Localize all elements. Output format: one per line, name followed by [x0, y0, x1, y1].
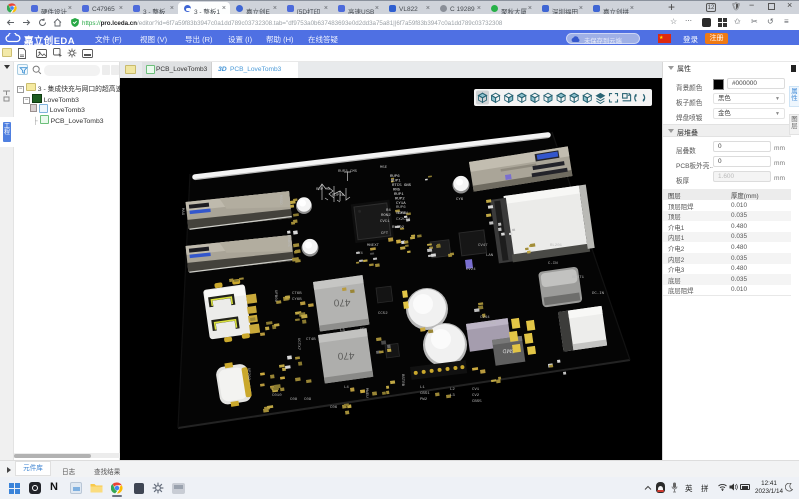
svg-text:RLB02: RLB02 — [392, 226, 405, 230]
svg-text:CV24: CV24 — [466, 268, 476, 272]
svg-text:C09: C09 — [304, 398, 312, 402]
svg-text:U5: U5 — [360, 328, 365, 332]
svg-text:RON2: RON2 — [381, 214, 391, 218]
svg-text:USB01: USB01 — [286, 235, 290, 248]
svg-text:CVC1: CVC1 — [380, 220, 390, 224]
svg-text:UCTX7: UCTX7 — [296, 338, 300, 351]
svg-text:R4: R4 — [386, 209, 391, 213]
svg-text:L3: L3 — [450, 394, 455, 398]
svg-text:CV47: CV47 — [478, 244, 488, 248]
svg-text:RUP1: RUP1 — [394, 193, 404, 197]
svg-text:CY6B: CY6B — [292, 298, 302, 302]
svg-text:C08: C08 — [290, 398, 298, 402]
svg-text:CV2: CV2 — [472, 394, 480, 398]
svg-text:PW2: PW2 — [420, 398, 428, 402]
svg-text:RTC5 GN5: RTC5 GN5 — [392, 184, 412, 188]
svg-text:V4: V4 — [358, 252, 363, 256]
svg-text:470: 470 — [333, 296, 350, 307]
svg-text:MWEU: MWEU — [364, 388, 368, 398]
svg-text:CX2CX1: CX2CX1 — [396, 218, 411, 222]
svg-text:EXON: EXON — [398, 212, 408, 216]
svg-text:RN5: RN5 — [393, 189, 401, 193]
svg-text:RUP6: RUP6 — [396, 206, 406, 210]
svg-text:CT6B: CT6B — [292, 292, 302, 296]
svg-text:CY6: CY6 — [456, 198, 464, 202]
svg-text:CFT: CFT — [381, 232, 389, 236]
svg-text:CBS1: CBS1 — [420, 392, 430, 396]
svg-text:M5E: M5E — [380, 166, 388, 170]
svg-text:BSTRB: BSTRB — [400, 374, 404, 387]
svg-text:CBS5: CBS5 — [472, 400, 482, 404]
svg-text:RUP2: RUP2 — [395, 198, 405, 202]
svg-text:L1: L1 — [420, 386, 425, 390]
svg-text:LAN: LAN — [486, 254, 494, 258]
svg-text:L4: L4 — [344, 386, 349, 390]
svg-text:MAG: MAG — [180, 208, 184, 216]
svg-text:UF202: UF202 — [246, 368, 250, 381]
svg-text:UFB01: UFB01 — [273, 290, 277, 303]
svg-text:470: 470 — [337, 350, 354, 361]
svg-text:DC-IN: DC-IN — [592, 292, 605, 296]
svg-text:CV44: CV44 — [480, 316, 490, 320]
svg-text:RUP6: RUP6 — [390, 175, 400, 179]
svg-text:CT4B: CT4B — [306, 338, 316, 342]
svg-text:C010: C010 — [272, 394, 282, 398]
svg-text:CC52: CC52 — [378, 312, 388, 316]
svg-text:CV1: CV1 — [472, 388, 480, 392]
svg-text:BEXT1: BEXT1 — [572, 276, 585, 280]
svg-text:RL201: RL201 — [550, 244, 563, 248]
svg-text:CV43: CV43 — [486, 322, 496, 326]
svg-text:M8SD: M8SD — [278, 195, 282, 205]
svg-text:L2: L2 — [450, 388, 455, 392]
svg-text:L3: L3 — [340, 329, 345, 333]
svg-text:MNEXT: MNEXT — [367, 244, 380, 248]
svg-text:RUP1: RUP1 — [391, 180, 401, 184]
svg-text:C-IN: C-IN — [548, 262, 558, 266]
svg-text:C06: C06 — [330, 406, 338, 410]
